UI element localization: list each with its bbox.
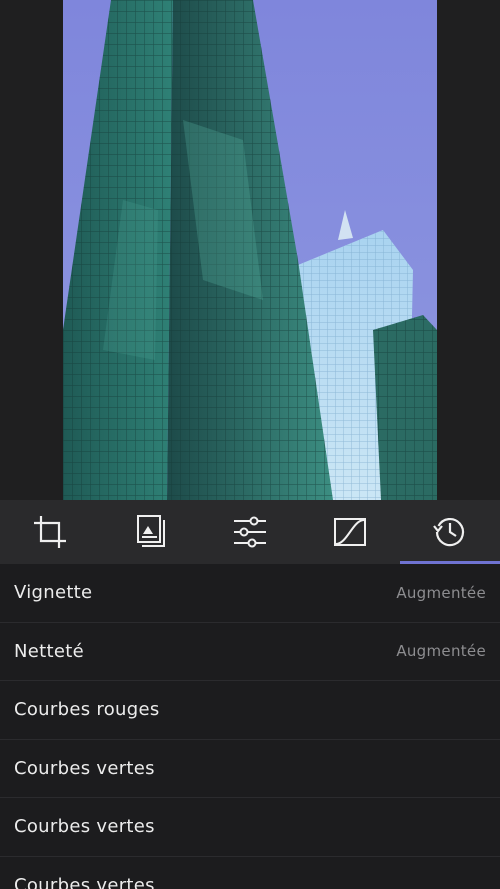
history-item-value: Augmentée [396, 583, 486, 602]
history-list: Vignette Augmentée Netteté Augmentée Cou… [0, 564, 500, 889]
filters-icon [137, 515, 165, 547]
curves-icon [334, 518, 366, 546]
list-item[interactable]: Vignette Augmentée [0, 564, 500, 623]
history-item-value: Augmentée [396, 642, 486, 661]
history-item-label: Courbes vertes [14, 874, 155, 889]
tool-curves[interactable] [300, 500, 400, 564]
history-item-label: Netteté [14, 640, 84, 662]
history-icon [433, 517, 465, 547]
tool-adjust[interactable] [200, 500, 300, 564]
history-item-label: Courbes rouges [14, 699, 160, 721]
tool-crop[interactable] [0, 500, 100, 564]
edit-toolbar [0, 500, 500, 564]
tool-filters[interactable] [100, 500, 200, 564]
history-item-label: Vignette [14, 582, 93, 604]
edited-photo [63, 0, 437, 500]
adjust-sliders-icon [234, 516, 266, 548]
tool-history[interactable] [400, 500, 500, 564]
list-item[interactable]: Courbes rouges [0, 681, 500, 740]
history-item-label: Courbes vertes [14, 757, 155, 779]
history-item-label: Courbes vertes [14, 816, 155, 838]
list-item[interactable]: Netteté Augmentée [0, 623, 500, 681]
list-item[interactable]: Courbes vertes [0, 857, 500, 889]
photo-canvas [0, 0, 500, 500]
list-item[interactable]: Courbes vertes [0, 798, 500, 857]
list-item[interactable]: Courbes vertes [0, 740, 500, 798]
crop-icon [34, 516, 66, 548]
